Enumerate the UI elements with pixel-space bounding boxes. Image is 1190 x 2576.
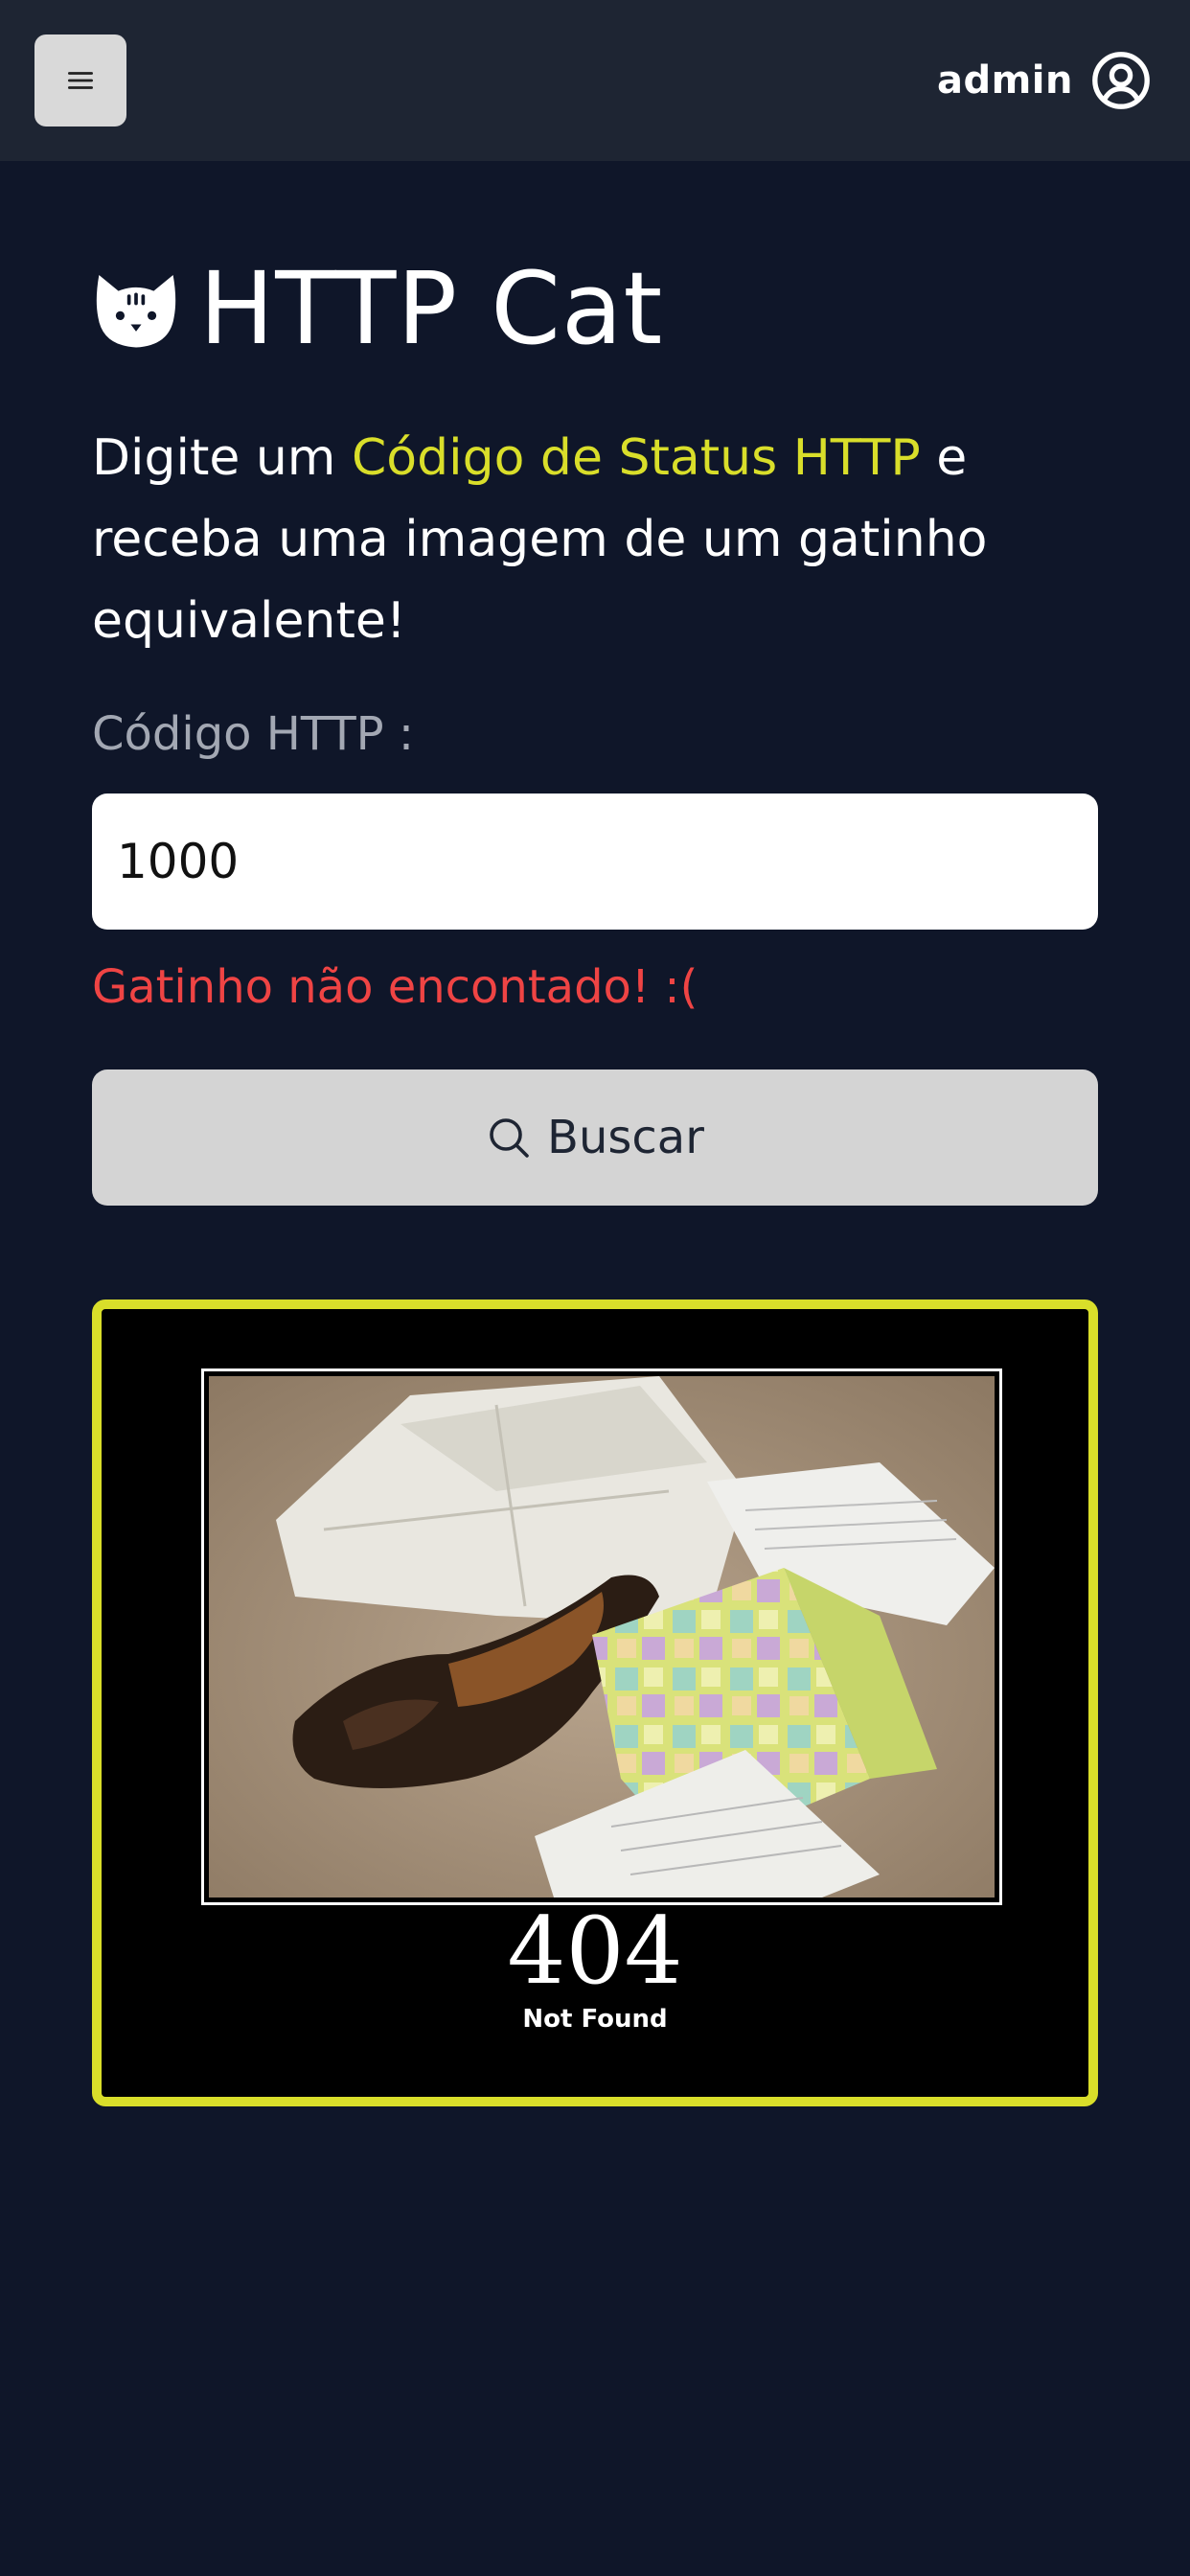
http-code-input[interactable] [92,794,1098,930]
status-code: 404 [507,1898,683,2005]
user-menu[interactable]: admin [937,48,1152,113]
hamburger-icon [68,72,93,89]
search-button-label: Buscar [547,1111,704,1164]
http-code-label: Código HTTP : [92,707,415,761]
user-name: admin [937,58,1073,103]
cat-photo-frame [201,1368,1002,1905]
cat-face-icon [96,275,176,348]
user-circle-icon [1092,52,1150,109]
page-heading: HTTP Cat [92,251,663,366]
menu-button[interactable] [34,34,126,126]
cat-under-papers-image [209,1376,995,1898]
page-title: HTTP Cat [199,250,664,367]
top-bar: admin [0,0,1190,161]
search-button[interactable]: Buscar [92,1070,1098,1206]
search-icon [490,1118,529,1158]
error-message: Gatinho não encontado! :( [92,960,698,1014]
http-status-highlight: Código de Status HTTP [352,429,921,487]
intro-text-start: Digite um [92,429,352,487]
intro-text: Digite um Código de Status HTTP e receba… [92,418,1088,662]
cat-photo [209,1376,995,1898]
status-text: Not Found [522,2005,668,2034]
cat-result-card: 404 Not Found [92,1300,1098,2106]
